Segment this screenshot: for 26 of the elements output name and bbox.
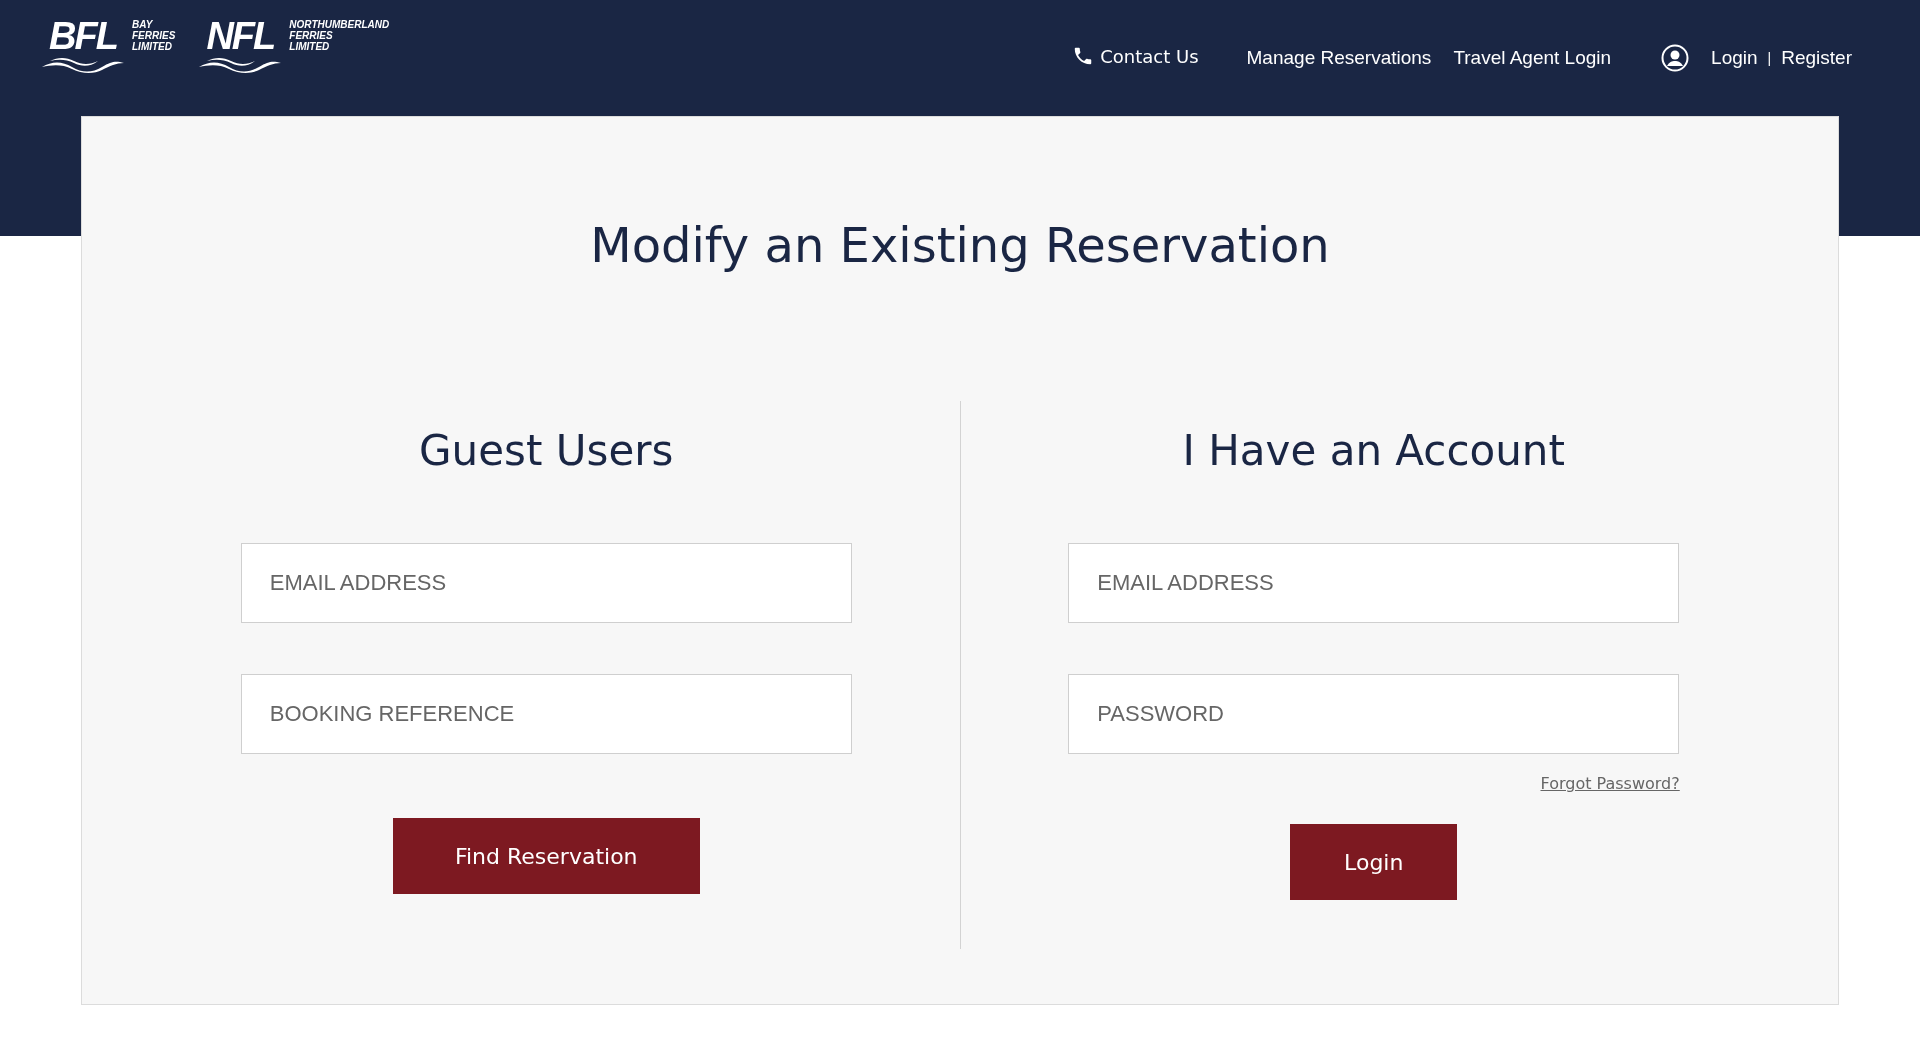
input-field[interactable]: EMAIL ADDRESS — [1068, 543, 1680, 623]
section-heading: Guest Users — [419, 426, 674, 475]
nav-link[interactable]: Manage Reservations — [1246, 47, 1432, 69]
logo-text: FERRIES — [289, 30, 334, 41]
nav-link[interactable]: Travel Agent Login — [1453, 47, 1612, 69]
logo-text: FERRIES — [132, 30, 176, 41]
contact-label: Contact Us — [1100, 45, 1199, 67]
input-field[interactable]: PASSWORD — [1068, 674, 1680, 754]
user-icon[interactable] — [1661, 44, 1690, 72]
input-field[interactable]: BOOKING REFERENCE — [240, 674, 852, 754]
logo-text: LIMITED — [289, 41, 331, 52]
logo-mark: BFL — [49, 17, 117, 55]
logo-text: BAY — [132, 19, 154, 30]
separator: | — [1767, 50, 1772, 66]
submit-button[interactable]: Find Reservation — [392, 818, 700, 894]
page-title: Modify an Existing Reservation — [590, 217, 1330, 273]
section-heading: I Have an Account — [1182, 426, 1565, 475]
login-link[interactable]: Login — [1711, 47, 1758, 69]
submit-button[interactable]: Login — [1290, 824, 1458, 900]
input-field[interactable]: EMAIL ADDRESS — [240, 543, 852, 623]
logo-text: LIMITED — [132, 41, 173, 52]
logo-text: NORTHUMBERLAND — [289, 19, 390, 30]
contact-link[interactable]: Contact Us — [1072, 45, 1199, 67]
register-link[interactable]: Register — [1781, 47, 1852, 69]
logo-mark: NFL — [206, 17, 275, 55]
forgot-password-link[interactable]: Forgot Password? — [1540, 774, 1680, 793]
